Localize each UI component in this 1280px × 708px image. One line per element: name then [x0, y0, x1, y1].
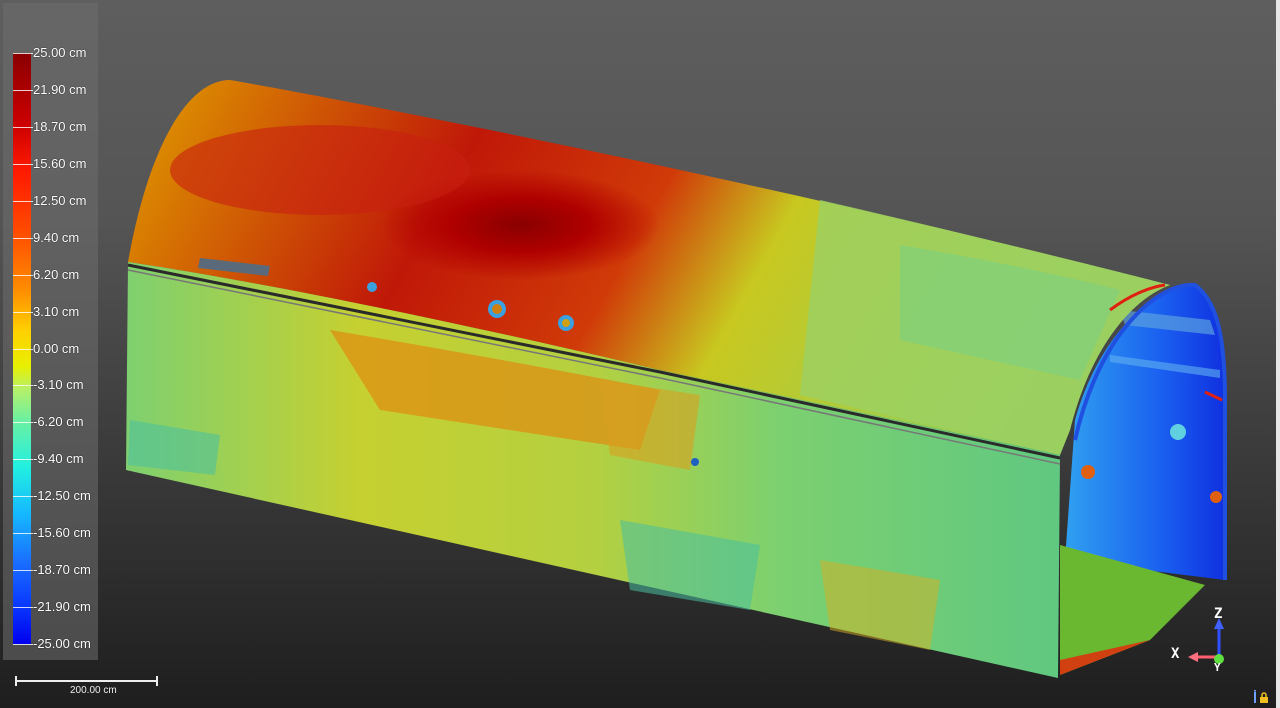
color-scale-label: -9.40 cm — [33, 451, 84, 466]
color-scale-label: -25.00 cm — [33, 636, 91, 651]
color-scale-label: 18.70 cm — [33, 119, 87, 134]
lock-icon[interactable] — [1253, 690, 1269, 704]
color-scale-tick — [13, 644, 33, 645]
color-scale-label: 6.20 cm — [33, 267, 80, 282]
3d-viewport[interactable]: 25.00 cm 21.90 cm 18.70 cm 15.60 cm 12.50 cm… — [0, 0, 1280, 708]
color-scale-tick — [13, 164, 33, 165]
color-scale-label: 0.00 cm — [33, 341, 80, 356]
color-scale-tick — [13, 570, 33, 571]
color-scale-label: 25.00 cm — [33, 45, 87, 60]
color-scale-tick — [13, 533, 33, 534]
color-scale-tick — [13, 127, 33, 128]
color-scale-label: -18.70 cm — [33, 562, 91, 577]
color-scale-tick — [13, 422, 33, 423]
viewport-border — [1276, 0, 1280, 708]
color-scale-label: 12.50 cm — [33, 193, 87, 208]
tunnel-point-cloud[interactable] — [0, 0, 1280, 708]
color-scale-tick — [13, 312, 33, 313]
color-scale-label: -21.90 cm — [33, 599, 91, 614]
color-scale-tick — [13, 275, 33, 276]
color-scale-label: -15.60 cm — [33, 525, 91, 540]
color-scale-label: 21.90 cm — [33, 82, 87, 97]
color-scale-tick — [13, 496, 33, 497]
color-scale-label: 15.60 cm — [33, 156, 87, 171]
color-scale-tick — [13, 459, 33, 460]
axis-z-label: Z — [1214, 606, 1223, 622]
color-scale-tick — [13, 385, 33, 386]
axis-x-label: X — [1171, 646, 1180, 662]
color-scale-tick — [13, 201, 33, 202]
color-scale-tick — [13, 349, 33, 350]
color-scale-tick — [13, 53, 33, 54]
color-scale-label: 9.40 cm — [33, 230, 80, 245]
color-scale-label: -12.50 cm — [33, 488, 91, 503]
color-scale-tick — [13, 90, 33, 91]
color-scale-label: -3.10 cm — [33, 377, 84, 392]
axis-y-label: Y — [1214, 661, 1221, 674]
axis-gizmo[interactable] — [1168, 605, 1238, 675]
color-scale-tick — [13, 607, 33, 608]
scale-ruler-label: 200.00 cm — [70, 685, 117, 696]
color-scale-label: -6.20 cm — [33, 414, 84, 429]
color-scale-tick — [13, 238, 33, 239]
color-scale-label: 3.10 cm — [33, 304, 80, 319]
